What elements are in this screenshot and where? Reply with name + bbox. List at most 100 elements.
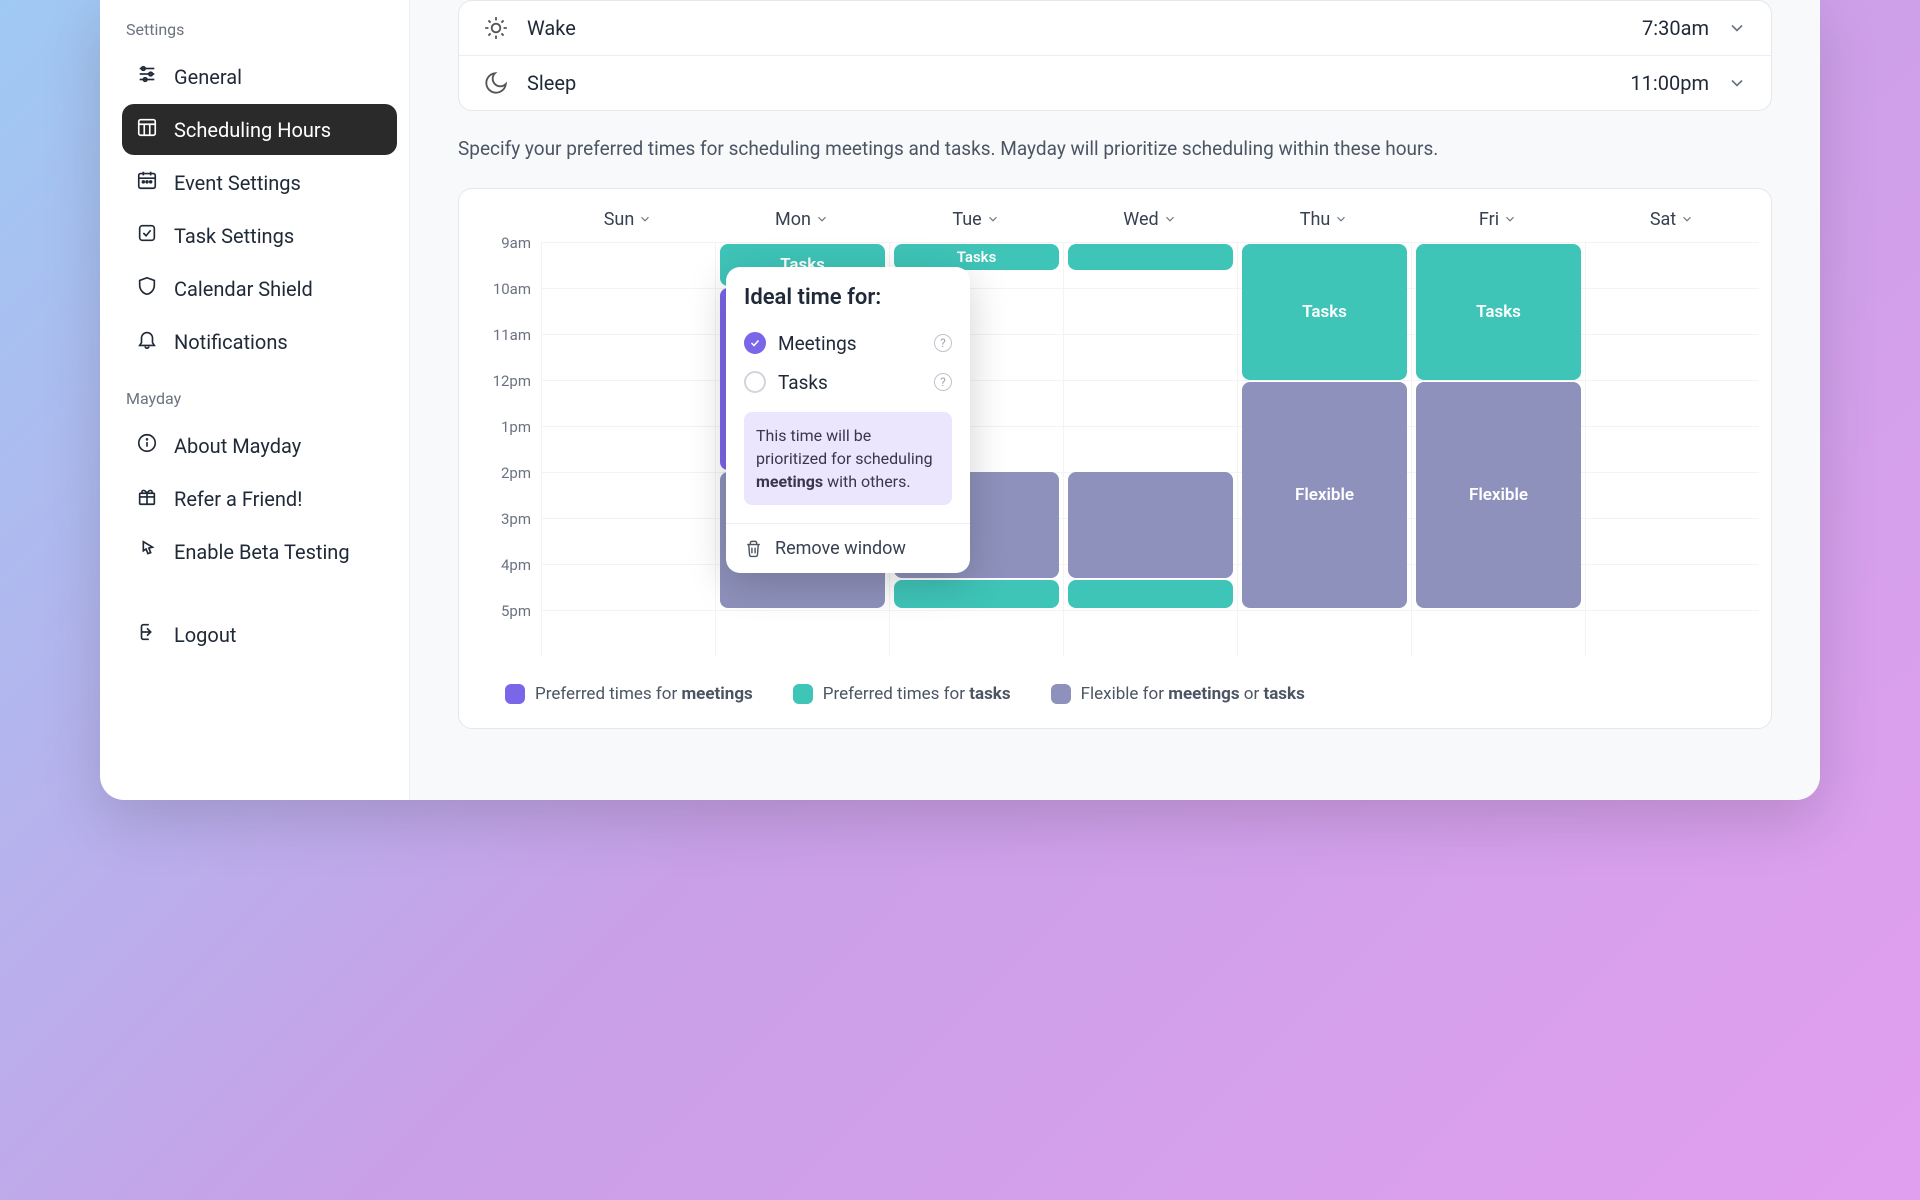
sidebar-item-beta[interactable]: Enable Beta Testing (122, 526, 397, 577)
legend-flexible: Flexible for meetings or tasks (1051, 684, 1305, 704)
remove-window-label: Remove window (775, 538, 906, 559)
sidebar-item-scheduling[interactable]: Scheduling Hours (122, 104, 397, 155)
wake-sleep-card: Wake 7:30am Sleep 11:00pm (458, 0, 1772, 111)
sleep-row[interactable]: Sleep 11:00pm (459, 55, 1771, 110)
app-window: Settings General Scheduling Hours Event … (100, 0, 1820, 800)
sidebar-item-label: General (174, 65, 242, 89)
checkbox-icon (136, 222, 158, 249)
bell-icon (136, 328, 158, 355)
main-content: Wake 7:30am Sleep 11:00pm Specify your p… (410, 0, 1820, 800)
chevron-down-icon (1727, 18, 1747, 38)
description-text: Specify your preferred times for schedul… (458, 135, 1772, 164)
pointer-icon (136, 538, 158, 565)
wake-value: 7:30am (1642, 16, 1709, 40)
time-label: 2pm (471, 464, 541, 510)
legend-meetings: Preferred times for meetings (505, 684, 753, 704)
time-label: 1pm (471, 418, 541, 464)
sidebar: Settings General Scheduling Hours Event … (100, 0, 410, 800)
block-tasks[interactable] (1068, 244, 1233, 270)
day-header-thu[interactable]: Thu (1237, 201, 1411, 238)
day-col-sat[interactable] (1585, 242, 1759, 656)
chevron-down-icon (1727, 73, 1747, 93)
popover-title: Ideal time for: (744, 285, 952, 310)
wake-row[interactable]: Wake 7:30am (459, 1, 1771, 55)
sidebar-item-label: Scheduling Hours (174, 118, 331, 142)
option-meetings[interactable]: Meetings ? (744, 324, 952, 363)
time-label: 11am (471, 326, 541, 372)
sidebar-item-general[interactable]: General (122, 51, 397, 102)
day-header-fri[interactable]: Fri (1411, 201, 1585, 238)
time-label: 10am (471, 280, 541, 326)
day-header-sat[interactable]: Sat (1585, 201, 1759, 238)
day-header-sun[interactable]: Sun (541, 201, 715, 238)
legend-tasks: Preferred times for tasks (793, 684, 1011, 704)
legend-swatch-tasks (793, 684, 813, 704)
logout-icon (136, 621, 158, 648)
block-flexible[interactable]: Flexible (1242, 382, 1407, 608)
help-icon[interactable]: ? (934, 373, 952, 391)
block-tasks[interactable] (1068, 580, 1233, 608)
section-label-mayday: Mayday (122, 369, 397, 420)
block-tasks[interactable]: Tasks (1242, 244, 1407, 380)
sidebar-item-label: Logout (174, 623, 236, 647)
sun-icon (483, 15, 509, 41)
time-label: 9am (471, 234, 541, 280)
sidebar-item-label: Calendar Shield (174, 277, 313, 301)
day-header-mon[interactable]: Mon (715, 201, 889, 238)
day-header-wed[interactable]: Wed (1063, 201, 1237, 238)
time-label: 4pm (471, 556, 541, 602)
sidebar-item-label: Refer a Friend! (174, 487, 302, 511)
check-circle-unchecked-icon (744, 371, 766, 393)
gift-icon (136, 485, 158, 512)
schedule-card: Sun Mon Tue Wed Thu Fri Sat 9am 10am 11a… (458, 188, 1772, 729)
sidebar-item-about[interactable]: About Mayday (122, 420, 397, 471)
sidebar-item-calendar-shield[interactable]: Calendar Shield (122, 263, 397, 314)
wake-label: Wake (527, 16, 1624, 40)
time-label: 3pm (471, 510, 541, 556)
legend: Preferred times for meetings Preferred t… (471, 656, 1759, 716)
sidebar-item-label: Notifications (174, 330, 288, 354)
block-tasks[interactable] (894, 580, 1059, 608)
calendar-icon (136, 169, 158, 196)
sidebar-item-task-settings[interactable]: Task Settings (122, 210, 397, 261)
section-label-settings: Settings (122, 0, 397, 51)
sidebar-item-label: Enable Beta Testing (174, 540, 350, 564)
sidebar-item-notifications[interactable]: Notifications (122, 316, 397, 367)
shield-icon (136, 275, 158, 302)
sidebar-item-label: About Mayday (174, 434, 301, 458)
sidebar-item-event-settings[interactable]: Event Settings (122, 157, 397, 208)
moon-icon (483, 70, 509, 96)
option-tasks[interactable]: Tasks ? (744, 363, 952, 402)
check-circle-checked-icon (744, 332, 766, 354)
time-label: 12pm (471, 372, 541, 418)
day-columns: Tasks Meetings Flexible Tasks (541, 242, 1759, 656)
legend-swatch-meetings (505, 684, 525, 704)
info-icon (136, 432, 158, 459)
sidebar-item-logout[interactable]: Logout (122, 609, 397, 660)
option-label: Meetings (778, 332, 922, 355)
time-label: 5pm (471, 602, 541, 648)
time-column: 9am 10am 11am 12pm 1pm 2pm 3pm 4pm 5pm (471, 242, 541, 656)
calendar-columns-icon (136, 116, 158, 143)
sleep-value: 11:00pm (1630, 71, 1709, 95)
ideal-time-popover: Ideal time for: Meetings ? Tasks ? This … (726, 267, 970, 574)
trash-icon (744, 539, 763, 558)
day-header-tue[interactable]: Tue (889, 201, 1063, 238)
day-col-fri[interactable]: Tasks Flexible (1411, 242, 1585, 656)
schedule-body: 9am 10am 11am 12pm 1pm 2pm 3pm 4pm 5pm (471, 242, 1759, 656)
help-icon[interactable]: ? (934, 334, 952, 352)
info-box: This time will be prioritized for schedu… (744, 412, 952, 506)
sidebar-item-refer[interactable]: Refer a Friend! (122, 473, 397, 524)
block-flexible[interactable] (1068, 472, 1233, 578)
schedule-header: Sun Mon Tue Wed Thu Fri Sat (541, 201, 1759, 242)
remove-window-button[interactable]: Remove window (726, 523, 970, 573)
block-tasks[interactable]: Tasks (1416, 244, 1581, 380)
sleep-label: Sleep (527, 71, 1612, 95)
day-col-thu[interactable]: Tasks Flexible (1237, 242, 1411, 656)
day-col-sun[interactable] (541, 242, 715, 656)
day-col-wed[interactable] (1063, 242, 1237, 656)
block-flexible[interactable]: Flexible (1416, 382, 1581, 608)
option-label: Tasks (778, 371, 922, 394)
legend-swatch-flexible (1051, 684, 1071, 704)
sliders-icon (136, 63, 158, 90)
